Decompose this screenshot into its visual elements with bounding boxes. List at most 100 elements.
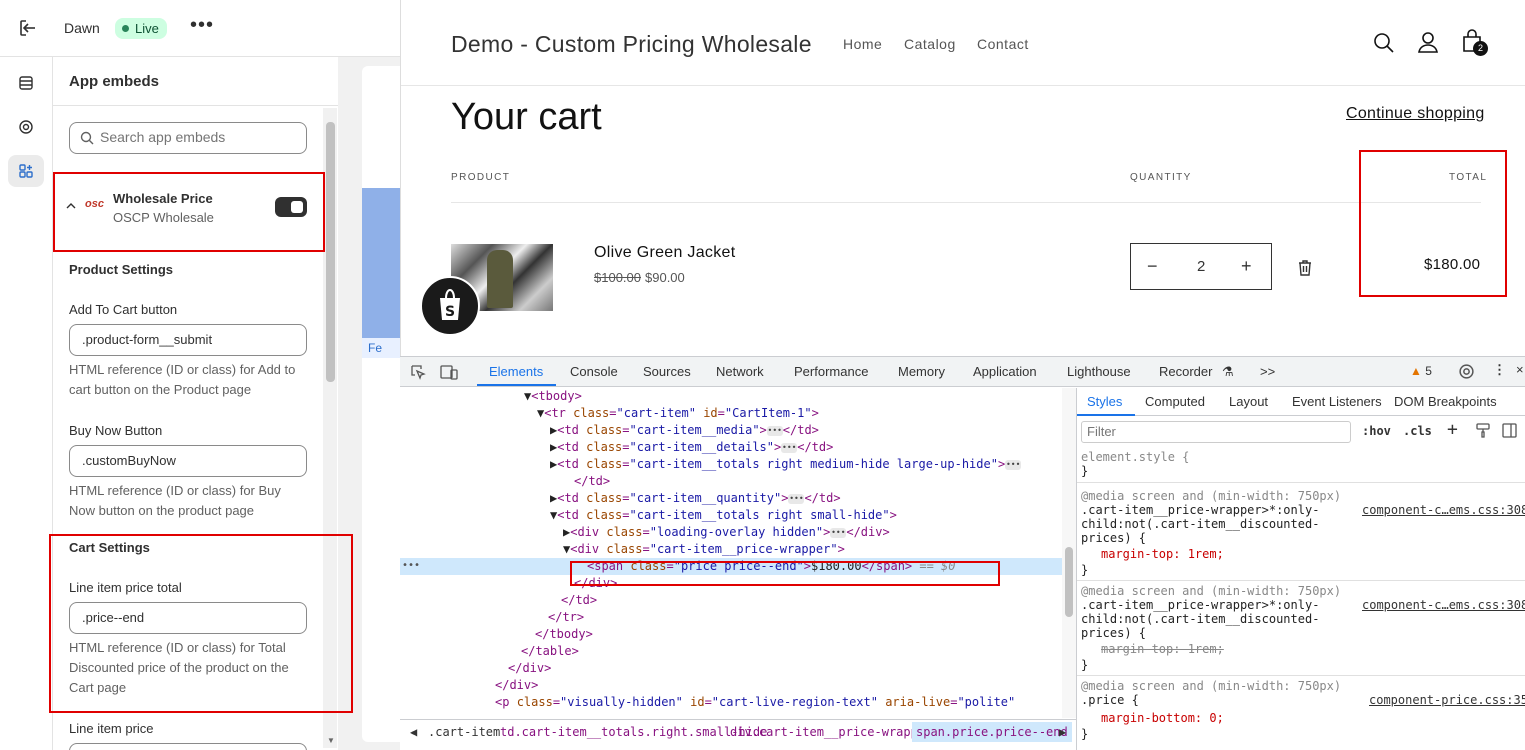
line-item-price-field[interactable]: [69, 743, 307, 750]
media-query: @media screen and (min-width: 750px): [1081, 489, 1342, 503]
dom-node[interactable]: ▼<td class="cart-item__totals right smal…: [400, 507, 1062, 524]
app-embeds-icon[interactable]: [8, 155, 44, 187]
panel-scroll-thumb[interactable]: [326, 122, 335, 382]
crumb-left-arrow[interactable]: ◀: [410, 725, 417, 739]
styles-tabbar: Styles Computed Layout Event Listeners D…: [1077, 388, 1525, 416]
preview-label: Fe: [362, 338, 400, 358]
element-style-rule: element.style {: [1081, 450, 1189, 464]
breadcrumb-item[interactable]: .cart-item: [428, 725, 500, 739]
dom-node[interactable]: </tbody>: [400, 626, 1062, 643]
tab-event-listeners[interactable]: Event Listeners: [1292, 394, 1382, 409]
dom-node[interactable]: </div>: [400, 677, 1062, 694]
css-declaration-overridden[interactable]: margin-top: 1rem;: [1101, 642, 1224, 656]
dom-node[interactable]: </div>: [400, 660, 1062, 677]
active-tab-indicator: [1077, 414, 1135, 416]
column-product: PRODUCT: [451, 172, 511, 183]
cart-heading: Your cart: [451, 96, 602, 138]
tab-lighthouse[interactable]: Lighthouse: [1067, 364, 1131, 379]
kebab-menu-icon[interactable]: ⋮: [1493, 362, 1506, 378]
trash-icon[interactable]: [1298, 260, 1312, 276]
highlight-box: [53, 172, 325, 252]
tab-application[interactable]: Application: [973, 364, 1037, 379]
dom-node[interactable]: </td>: [400, 592, 1062, 609]
paint-brush-icon[interactable]: [1476, 423, 1490, 438]
tab-elements[interactable]: Elements: [489, 364, 543, 379]
crumb-right-arrow[interactable]: ▶: [1059, 725, 1066, 739]
tab-styles[interactable]: Styles: [1087, 394, 1122, 409]
scroll-down-icon[interactable]: ▼: [327, 736, 335, 745]
cls-toggle[interactable]: .cls: [1403, 424, 1432, 438]
sidebar-toggle-icon[interactable]: [1502, 423, 1517, 438]
source-link[interactable]: component-c…ems.css:308: [1362, 598, 1525, 612]
dom-node[interactable]: </td>: [400, 473, 1062, 490]
device-toolbar-icon[interactable]: [440, 364, 458, 380]
inspect-element-icon[interactable]: [410, 364, 426, 380]
dom-node[interactable]: <p class="visually-hidden" id="cart-live…: [400, 694, 1062, 711]
dom-node[interactable]: </table>: [400, 643, 1062, 660]
shopify-logo: S: [440, 288, 460, 320]
tab-console[interactable]: Console: [570, 364, 618, 379]
add-to-cart-field[interactable]: .product-form__submit: [69, 324, 307, 356]
devtools-settings-icon[interactable]: [1458, 363, 1475, 380]
dom-node[interactable]: </tr>: [400, 609, 1062, 626]
nav-home[interactable]: Home: [843, 36, 882, 52]
css-declaration[interactable]: margin-bottom: 0;: [1101, 711, 1224, 725]
dom-node[interactable]: ▶<div class="loading-overlay hidden">•••…: [400, 524, 1062, 541]
decrease-quantity-button[interactable]: −: [1147, 256, 1158, 277]
store-title[interactable]: Demo - Custom Pricing Wholesale: [451, 31, 812, 58]
buy-now-field[interactable]: .customBuyNow: [69, 445, 307, 477]
dom-node[interactable]: ▼<div class="cart-item__price-wrapper">: [400, 541, 1062, 558]
source-link[interactable]: component-price.css:35: [1369, 693, 1525, 707]
breadcrumb-item-selected[interactable]: span.price.price--end: [912, 722, 1072, 742]
tab-sources[interactable]: Sources: [643, 364, 691, 379]
tab-computed[interactable]: Computed: [1145, 394, 1205, 409]
dom-node[interactable]: ▶<td class="cart-item__media">•••</td>: [400, 422, 1062, 439]
breadcrumb-item[interactable]: td.cart-item__totals.right.small-hide: [500, 725, 767, 739]
dom-node[interactable]: ▼<tr class="cart-item" id="CartItem-1">: [400, 405, 1062, 422]
search-app-embeds[interactable]: [69, 122, 307, 154]
exit-icon[interactable]: [16, 16, 40, 40]
continue-shopping-link[interactable]: Continue shopping: [1346, 105, 1485, 123]
product-name[interactable]: Olive Green Jacket: [594, 244, 735, 262]
dom-node[interactable]: ▼<tbody>: [400, 388, 1062, 405]
tab-dom-breakpoints[interactable]: DOM Breakpoints: [1394, 394, 1497, 409]
settings-gear-icon[interactable]: [8, 111, 44, 143]
elements-scroll-thumb[interactable]: [1065, 547, 1073, 617]
more-actions-button[interactable]: •••: [190, 14, 214, 37]
breadcrumb: ◀ .cart-item td.cart-item__totals.right.…: [400, 719, 1076, 743]
nav-contact[interactable]: Contact: [977, 36, 1029, 52]
dom-node[interactable]: ▶<td class="cart-item__details">•••</td>: [400, 439, 1062, 456]
node-ellipsis[interactable]: •••: [402, 560, 420, 571]
increase-quantity-button[interactable]: +: [1241, 256, 1252, 277]
column-quantity: QUANTITY: [1130, 172, 1192, 183]
nav-catalog[interactable]: Catalog: [904, 36, 956, 52]
more-tabs-button[interactable]: >>: [1260, 364, 1275, 379]
tab-performance[interactable]: Performance: [794, 364, 868, 379]
styles-filter-input[interactable]: Filter: [1081, 421, 1351, 443]
account-icon[interactable]: [1417, 31, 1439, 53]
add-rule-icon[interactable]: +: [1447, 419, 1458, 440]
quantity-value[interactable]: 2: [1197, 258, 1205, 275]
rule-close: }: [1081, 464, 1089, 478]
warning-icon: ▲: [1410, 364, 1422, 378]
hov-toggle[interactable]: :hov: [1362, 424, 1391, 438]
tab-network[interactable]: Network: [716, 364, 764, 379]
css-declaration[interactable]: margin-top: 1rem;: [1101, 547, 1224, 561]
search-icon[interactable]: [1373, 32, 1395, 54]
source-link[interactable]: component-c…ems.css:308: [1362, 503, 1525, 517]
dom-node[interactable]: ▶<td class="cart-item__quantity">•••</td…: [400, 490, 1062, 507]
close-icon[interactable]: ×: [1516, 362, 1524, 377]
warning-count: 5: [1425, 364, 1432, 378]
warnings-badge[interactable]: ▲ 5: [1410, 364, 1432, 378]
active-tab-indicator: [477, 384, 556, 386]
dom-node[interactable]: ▶<td class="cart-item__totals right medi…: [400, 456, 1062, 473]
sections-icon[interactable]: [8, 67, 44, 99]
rule-selector: .cart-item__price-wrapper>*:only- child:…: [1081, 503, 1320, 545]
tab-recorder[interactable]: Recorder: [1159, 364, 1212, 379]
search-input[interactable]: [100, 129, 300, 145]
breadcrumb-item[interactable]: div.cart-item__price-wrapper: [730, 725, 932, 739]
rule-close: }: [1081, 727, 1089, 741]
divider: [451, 202, 1481, 203]
tab-layout[interactable]: Layout: [1229, 394, 1268, 409]
tab-memory[interactable]: Memory: [898, 364, 945, 379]
